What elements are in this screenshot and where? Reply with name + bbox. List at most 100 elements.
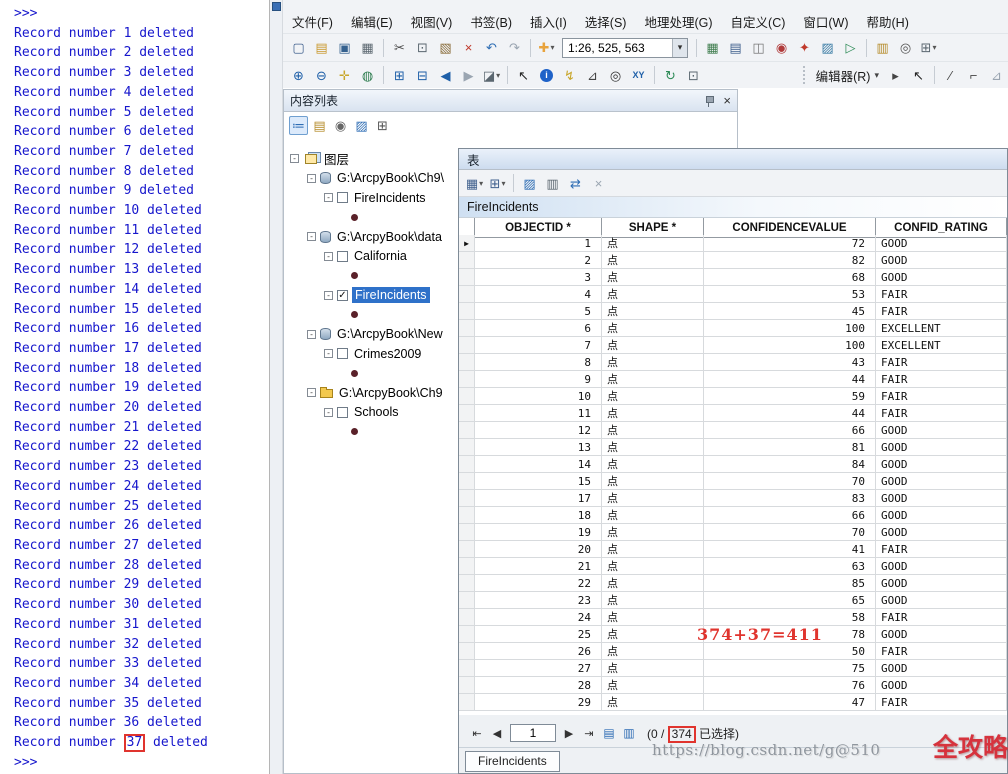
- catalog-window-icon[interactable]: ▥: [872, 37, 893, 58]
- grid-cell[interactable]: 82: [704, 252, 876, 269]
- grid-cell[interactable]: FAIR: [876, 541, 1007, 558]
- close-icon[interactable]: ×: [723, 94, 731, 107]
- toolbar-grip[interactable]: [803, 66, 806, 84]
- grid-cell[interactable]: GOOD: [876, 626, 1007, 643]
- grid-cell[interactable]: 6: [475, 320, 602, 337]
- chart-shortcut-icon[interactable]: ◫: [748, 37, 769, 58]
- grid-cell[interactable]: 点: [602, 269, 704, 286]
- row-selector[interactable]: [459, 337, 475, 354]
- expand-icon[interactable]: -: [307, 232, 316, 241]
- grid-cell[interactable]: 点: [602, 354, 704, 371]
- row-selector[interactable]: [459, 609, 475, 626]
- grid-cell[interactable]: 83: [704, 490, 876, 507]
- grid-cell[interactable]: 点: [602, 507, 704, 524]
- expand-icon[interactable]: -: [324, 408, 333, 417]
- grid-cell[interactable]: 25: [475, 626, 602, 643]
- list-by-drawing-order-icon[interactable]: ≔: [289, 116, 308, 135]
- row-selector[interactable]: [459, 558, 475, 575]
- grid-cell[interactable]: 43: [704, 354, 876, 371]
- menu-item[interactable]: 书签(B): [461, 9, 521, 34]
- grid-cell[interactable]: GOOD: [876, 473, 1007, 490]
- grid-cell[interactable]: 21: [475, 558, 602, 575]
- pin-icon[interactable]: [704, 95, 714, 107]
- row-selector[interactable]: [459, 354, 475, 371]
- edit-extra-icon[interactable]: ⊿: [986, 65, 1007, 86]
- full-extent-icon[interactable]: ◍: [357, 65, 378, 86]
- cut-icon[interactable]: ✂: [389, 37, 410, 58]
- row-selector[interactable]: [459, 524, 475, 541]
- zoom-out-icon[interactable]: ⊖: [311, 65, 332, 86]
- grid-cell[interactable]: 17: [475, 490, 602, 507]
- scale-combo[interactable]: 1:26, 525, 563 ▾: [562, 38, 688, 58]
- grid-cell[interactable]: FAIR: [876, 388, 1007, 405]
- grid-cell[interactable]: 85: [704, 575, 876, 592]
- row-selector[interactable]: [459, 507, 475, 524]
- grid-cell[interactable]: 44: [704, 371, 876, 388]
- switch-selection-icon[interactable]: ⇄: [565, 173, 586, 194]
- row-selector[interactable]: ▶: [459, 235, 475, 252]
- extra-tool-icon[interactable]: ⊞▾: [918, 37, 939, 58]
- grid-cell[interactable]: 100: [704, 337, 876, 354]
- first-record-button[interactable]: ⇤: [468, 724, 486, 742]
- select-by-attributes-icon[interactable]: ▨: [519, 173, 540, 194]
- row-selector[interactable]: [459, 422, 475, 439]
- row-selector[interactable]: [459, 303, 475, 320]
- copy-icon[interactable]: ⊡: [412, 37, 433, 58]
- edit-vertex-icon[interactable]: ⌐: [963, 65, 984, 86]
- grid-cell[interactable]: 9: [475, 371, 602, 388]
- overlay-shortcut-icon[interactable]: ◉: [771, 37, 792, 58]
- grid-cell[interactable]: 84: [704, 456, 876, 473]
- table-shortcut-icon[interactable]: ▤: [725, 37, 746, 58]
- delete-selected-icon[interactable]: ×: [588, 173, 609, 194]
- menu-item[interactable]: 插入(I): [521, 9, 576, 34]
- identify-icon[interactable]: i: [536, 65, 557, 86]
- grid-cell[interactable]: 点: [602, 524, 704, 541]
- grid-cell[interactable]: 81: [704, 439, 876, 456]
- grid-cell[interactable]: FAIR: [876, 354, 1007, 371]
- grid-cell[interactable]: 点: [602, 541, 704, 558]
- menu-item[interactable]: 文件(F): [283, 9, 342, 34]
- grid-cell[interactable]: EXCELLENT: [876, 337, 1007, 354]
- row-selector[interactable]: [459, 541, 475, 558]
- expand-icon[interactable]: -: [307, 330, 316, 339]
- layer-label[interactable]: Crimes2009: [352, 347, 423, 361]
- expand-icon[interactable]: -: [324, 349, 333, 358]
- grid-cell[interactable]: 点: [602, 337, 704, 354]
- layer-checkbox[interactable]: [337, 192, 348, 203]
- layer-label[interactable]: G:\ArcpyBook\Ch9: [337, 386, 445, 400]
- grid-cell[interactable]: 45: [704, 303, 876, 320]
- grid-cell[interactable]: 58: [704, 609, 876, 626]
- grid-cell[interactable]: 44: [704, 405, 876, 422]
- grid-cell[interactable]: FAIR: [876, 405, 1007, 422]
- row-selector[interactable]: [459, 694, 475, 711]
- editor-shortcut-icon[interactable]: ▦: [702, 37, 723, 58]
- grid-cell[interactable]: 点: [602, 456, 704, 473]
- grid-cell[interactable]: 15: [475, 473, 602, 490]
- forward-extent-icon[interactable]: ▶: [458, 65, 479, 86]
- save-icon[interactable]: ▣: [334, 37, 355, 58]
- menu-item[interactable]: 地理处理(G): [635, 9, 721, 34]
- grid-cell[interactable]: 10: [475, 388, 602, 405]
- table-options-icon[interactable]: ▦▾: [464, 173, 485, 194]
- grid-cell[interactable]: 26: [475, 643, 602, 660]
- grid-cell[interactable]: 点: [602, 235, 704, 252]
- last-record-button[interactable]: ⇥: [580, 724, 598, 742]
- grid-cell[interactable]: 59: [704, 388, 876, 405]
- grid-cell[interactable]: 点: [602, 677, 704, 694]
- menu-item[interactable]: 视图(V): [402, 9, 462, 34]
- redo-icon[interactable]: ↷: [504, 37, 525, 58]
- grid-cell[interactable]: GOOD: [876, 235, 1007, 252]
- menu-item[interactable]: 自定义(C): [722, 9, 795, 34]
- show-selected-records-icon[interactable]: ▥: [620, 724, 638, 742]
- grid-cell[interactable]: 点: [602, 422, 704, 439]
- toc-header[interactable]: 内容列表 ×: [284, 90, 737, 112]
- grid-cell[interactable]: 70: [704, 524, 876, 541]
- grid-cell[interactable]: GOOD: [876, 507, 1007, 524]
- list-by-visibility-icon[interactable]: ◉: [331, 116, 350, 135]
- zoom-in-icon[interactable]: ⊕: [288, 65, 309, 86]
- fixed-zoom-in-icon[interactable]: ⊞: [389, 65, 410, 86]
- grid-cell[interactable]: GOOD: [876, 439, 1007, 456]
- select-elements-icon[interactable]: ↖: [513, 65, 534, 86]
- grid-cell[interactable]: 11: [475, 405, 602, 422]
- grid-cell[interactable]: 70: [704, 473, 876, 490]
